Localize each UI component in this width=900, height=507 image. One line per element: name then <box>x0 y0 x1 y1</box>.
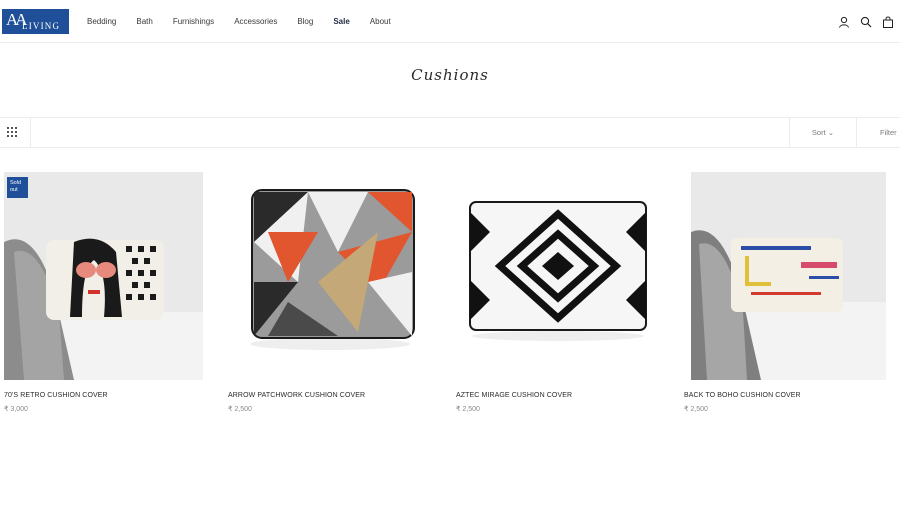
nav-about[interactable]: About <box>370 16 391 28</box>
logo-wordmark: LIVING <box>22 21 61 31</box>
nav-blog[interactable]: Blog <box>297 16 313 28</box>
nav-bath[interactable]: Bath <box>136 16 152 28</box>
sort-label: Sort <box>811 128 826 137</box>
account-icon[interactable] <box>838 15 850 28</box>
product-card[interactable]: Sold out 70'S RETRO CUSHION COVER ₹ 3,00… <box>4 172 203 413</box>
main-nav: Bedding Bath Furnishings Accessories Blo… <box>87 16 411 28</box>
sort-dropdown[interactable]: Sort ⌄ <box>789 118 857 147</box>
header-icons <box>838 15 894 28</box>
product-card[interactable]: BACK TO BOHO CUSHION COVER ₹ 2,500 <box>684 172 886 413</box>
filter-button[interactable]: Filter <box>880 118 897 147</box>
nav-bedding[interactable]: Bedding <box>87 16 116 28</box>
product-price: ₹ 2,500 <box>456 406 480 413</box>
nav-furnishings[interactable]: Furnishings <box>173 16 214 28</box>
product-name[interactable]: AZTEC MIRAGE CUSHION COVER <box>456 392 661 399</box>
grid-icon <box>7 127 17 137</box>
product-price: ₹ 2,500 <box>684 406 708 413</box>
sold-out-badge: Sold out <box>7 177 28 198</box>
search-icon[interactable] <box>860 15 872 28</box>
product-price: ₹ 2,500 <box>228 406 252 413</box>
product-name[interactable]: BACK TO BOHO CUSHION COVER <box>684 392 886 399</box>
chevron-down-icon: ⌄ <box>827 128 835 137</box>
product-card[interactable]: AZTEC MIRAGE CUSHION COVER ₹ 2,500 <box>456 172 661 413</box>
product-image[interactable] <box>228 172 433 380</box>
product-image[interactable] <box>691 172 886 380</box>
product-card[interactable]: ARROW PATCHWORK CUSHION COVER ₹ 2,500 <box>228 172 433 413</box>
product-image[interactable] <box>456 172 661 380</box>
nav-sale[interactable]: Sale <box>333 16 349 28</box>
product-name[interactable]: 70'S RETRO CUSHION COVER <box>4 392 203 399</box>
product-name[interactable]: ARROW PATCHWORK CUSHION COVER <box>228 392 433 399</box>
cart-icon[interactable] <box>882 15 894 28</box>
page-title: Cushions <box>411 66 489 84</box>
product-price: ₹ 3,000 <box>4 406 28 413</box>
brand-logo[interactable]: AA LIVING <box>2 9 69 34</box>
site-header: AA LIVING Bedding Bath Furnishings Acces… <box>0 0 900 43</box>
nav-accessories[interactable]: Accessories <box>234 16 277 28</box>
collection-toolbar: Sort ⌄ Filter <box>0 117 900 148</box>
grid-view-toggle[interactable] <box>0 118 31 147</box>
product-image[interactable]: Sold out <box>4 172 203 380</box>
